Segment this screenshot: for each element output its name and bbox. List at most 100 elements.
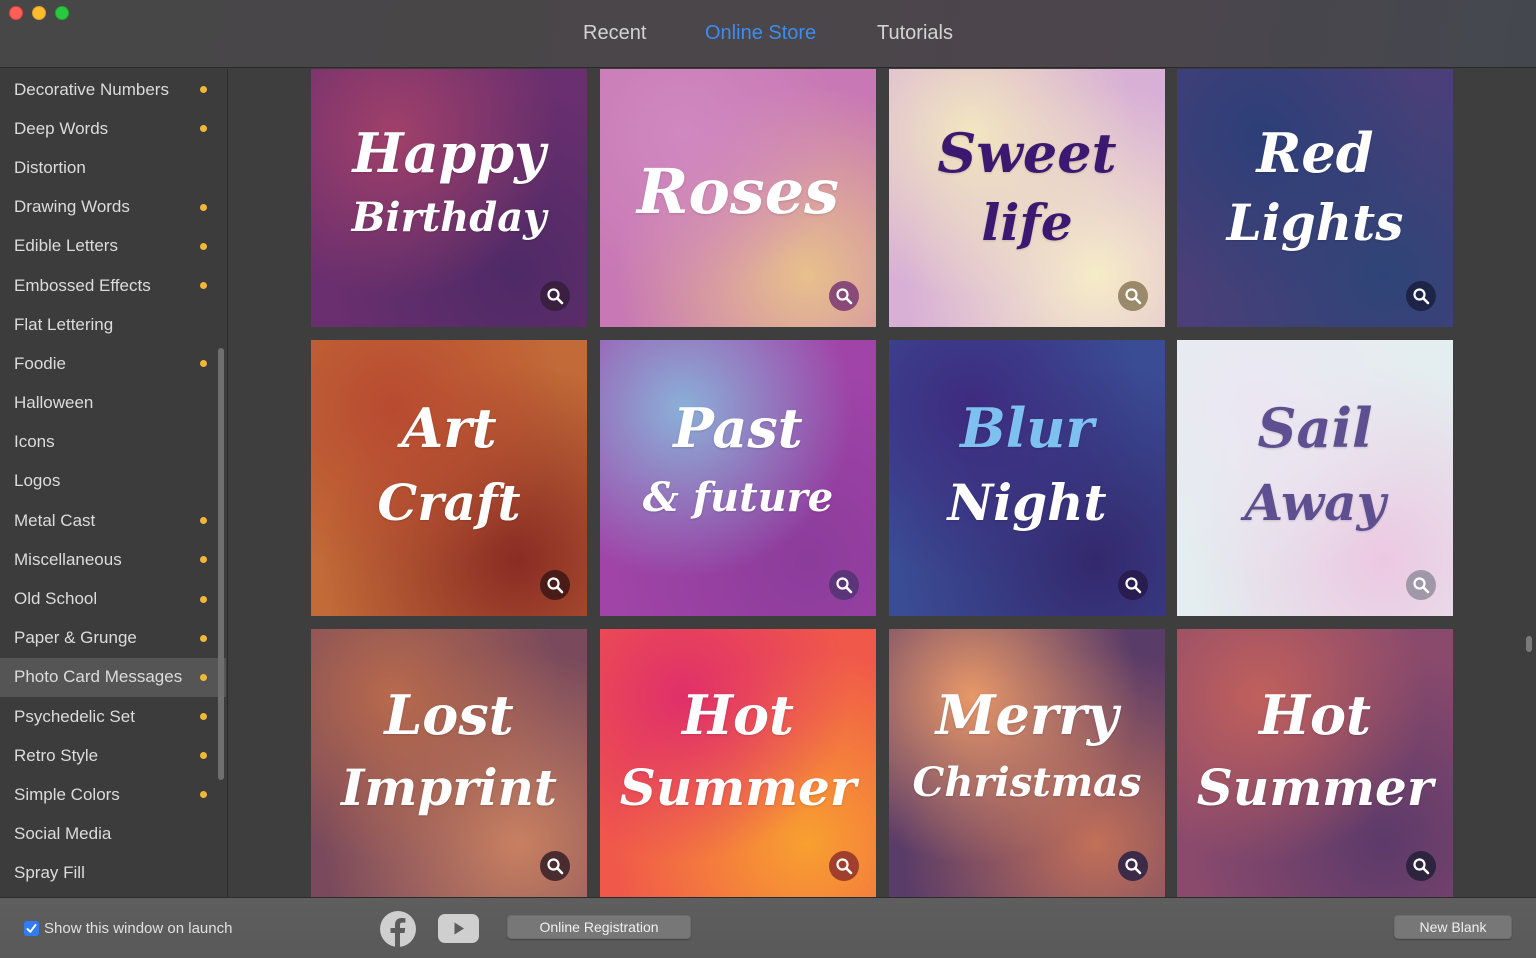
sidebar-item-label: Photo Card Messages <box>14 667 183 687</box>
show-on-launch-checkbox[interactable] <box>24 921 39 936</box>
sidebar-item[interactable]: Miscellaneous <box>0 540 226 579</box>
preview-zoom-button[interactable] <box>1118 570 1148 600</box>
youtube-icon[interactable] <box>438 914 479 943</box>
sidebar-item[interactable]: Logos <box>0 462 226 501</box>
template-tile[interactable]: Art Craft <box>311 340 587 616</box>
tab-recent[interactable]: Recent <box>583 22 646 45</box>
new-badge-dot-icon <box>200 595 207 603</box>
sidebar-item[interactable]: Old School <box>0 579 226 618</box>
preview-zoom-button[interactable] <box>540 851 570 881</box>
template-title-line2: Christmas <box>912 759 1142 806</box>
template-title-line1: Lost <box>384 682 514 747</box>
sidebar-item-label: Flat Lettering <box>14 314 114 334</box>
sidebar-item-label: Retro Style <box>14 745 99 765</box>
sidebar-item[interactable]: Metal Cast <box>0 501 226 540</box>
template-tile[interactable]: Sweet life <box>889 69 1165 327</box>
magnifier-icon <box>1413 288 1430 305</box>
sidebar-scrollbar[interactable] <box>218 348 224 780</box>
category-sidebar: Decorative Numbers Deep Words Distortion Dr… <box>0 69 228 897</box>
sidebar-item[interactable]: Decorative Numbers <box>0 70 226 109</box>
preview-zoom-button[interactable] <box>829 851 859 881</box>
preview-zoom-button[interactable] <box>1406 281 1436 311</box>
show-on-launch-label: Show this window on launch <box>44 920 233 937</box>
sidebar-item[interactable]: Psychedelic Set <box>0 697 226 736</box>
maximize-window-button[interactable] <box>55 6 69 20</box>
preview-zoom-button[interactable] <box>829 570 859 600</box>
preview-zoom-button[interactable] <box>540 570 570 600</box>
grid-scrollbar[interactable] <box>1526 636 1532 652</box>
sidebar-item[interactable]: Paper & Grunge <box>0 619 226 658</box>
magnifier-icon <box>1413 858 1430 875</box>
sidebar-item[interactable]: Halloween <box>0 384 226 423</box>
template-tile[interactable]: Happy Birthday <box>311 69 587 327</box>
sidebar-item[interactable]: Retro Style <box>0 736 226 775</box>
new-badge-dot-icon <box>200 673 207 681</box>
checkmark-icon <box>26 924 37 933</box>
preview-zoom-button[interactable] <box>1118 851 1148 881</box>
sidebar-item[interactable]: Distortion <box>0 148 226 187</box>
template-grid: Happy Birthday Roses Sweet life Red Lights Art C… <box>229 69 1536 897</box>
new-badge-dot-icon <box>200 242 207 250</box>
tab-tutorials[interactable]: Tutorials <box>877 22 953 45</box>
sidebar-item-label: Drawing Words <box>14 197 130 217</box>
sidebar-item[interactable]: Embossed Effects <box>0 266 226 305</box>
template-title-line1: Blur <box>960 395 1094 460</box>
magnifier-icon <box>836 858 853 875</box>
close-window-button[interactable] <box>9 6 23 20</box>
template-tile[interactable]: Hot Summer <box>1177 629 1453 897</box>
sidebar-item[interactable]: Icons <box>0 423 226 462</box>
magnifier-icon <box>547 288 564 305</box>
template-title-line1: Sweet <box>937 120 1117 185</box>
template-tile[interactable]: Past & future <box>600 340 876 616</box>
magnifier-icon <box>1413 577 1430 594</box>
template-tile[interactable]: Merry Christmas <box>889 629 1165 897</box>
sidebar-item[interactable]: Flat Lettering <box>0 305 226 344</box>
preview-zoom-button[interactable] <box>540 281 570 311</box>
sidebar-item-label: Metal Cast <box>14 510 96 530</box>
template-title-line1: Merry <box>935 682 1119 747</box>
online-registration-button[interactable]: Online Registration <box>507 915 691 939</box>
minimize-window-button[interactable] <box>32 6 46 20</box>
footer-bar: Show this window on launch Online Regist… <box>0 897 1536 958</box>
sidebar-item-label: Icons <box>14 432 55 452</box>
new-badge-dot-icon <box>200 360 207 368</box>
sidebar-item[interactable]: Photo Card Messages <box>0 657 226 697</box>
sidebar-item[interactable]: Deep Words <box>0 109 226 148</box>
template-title-line1: Hot <box>1259 682 1371 747</box>
preview-zoom-button[interactable] <box>1118 281 1148 311</box>
sidebar-item-label: Social Media <box>14 824 112 844</box>
sidebar-item[interactable]: Simple Colors <box>0 775 226 814</box>
template-tile[interactable]: Blur Night <box>889 340 1165 616</box>
new-badge-dot-icon <box>200 634 207 642</box>
template-title-line2: life <box>981 193 1073 252</box>
sidebar-item[interactable]: Edible Letters <box>0 227 226 266</box>
new-badge-dot-icon <box>200 713 207 721</box>
magnifier-icon <box>836 288 853 305</box>
template-tile[interactable]: Roses <box>600 69 876 327</box>
template-title-line2: Away <box>1244 473 1386 532</box>
sidebar-item-label: Psychedelic Set <box>14 706 135 726</box>
title-bar: Recent Online Store Tutorials <box>0 0 1536 68</box>
sidebar-item[interactable]: Drawing Words <box>0 188 226 227</box>
template-tile[interactable]: Sail Away <box>1177 340 1453 616</box>
template-tile[interactable]: Hot Summer <box>600 629 876 897</box>
template-title-line2: Birthday <box>351 194 547 241</box>
preview-zoom-button[interactable] <box>829 281 859 311</box>
sidebar-item-label: Paper & Grunge <box>14 628 137 648</box>
template-title-line1: Roses <box>636 155 840 228</box>
preview-zoom-button[interactable] <box>1406 570 1436 600</box>
magnifier-icon <box>1125 577 1142 594</box>
template-tile[interactable]: Lost Imprint <box>311 629 587 897</box>
sidebar-item[interactable]: Social Media <box>0 815 226 854</box>
preview-zoom-button[interactable] <box>1406 851 1436 881</box>
tab-online-store[interactable]: Online Store <box>705 22 816 45</box>
new-blank-button[interactable]: New Blank <box>1394 915 1512 939</box>
sidebar-item-label: Halloween <box>14 393 94 413</box>
magnifier-icon <box>547 858 564 875</box>
template-tile[interactable]: Red Lights <box>1177 69 1453 327</box>
template-title-line2: Imprint <box>340 758 558 817</box>
sidebar-item[interactable]: Foodie <box>0 344 226 383</box>
facebook-icon[interactable] <box>380 911 416 947</box>
tab-bar: Recent Online Store Tutorials <box>0 22 1536 50</box>
sidebar-item[interactable]: Spray Fill <box>0 854 226 893</box>
